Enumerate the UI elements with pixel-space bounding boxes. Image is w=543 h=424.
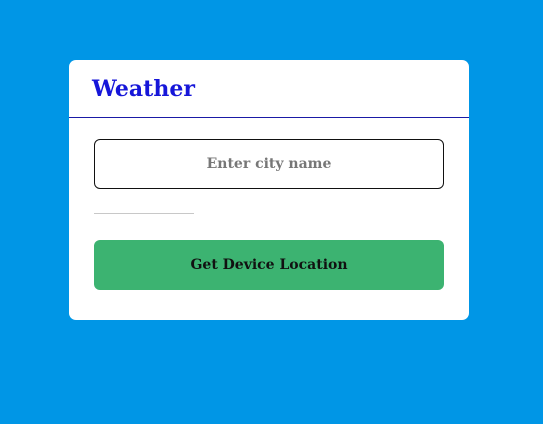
separator-line — [94, 213, 194, 214]
city-search-input[interactable] — [94, 139, 444, 189]
get-device-location-button[interactable]: Get Device Location — [94, 240, 444, 290]
weather-card: Weather Get Device Location — [69, 60, 469, 320]
card-header: Weather — [69, 60, 469, 118]
app-title: Weather — [92, 76, 195, 102]
